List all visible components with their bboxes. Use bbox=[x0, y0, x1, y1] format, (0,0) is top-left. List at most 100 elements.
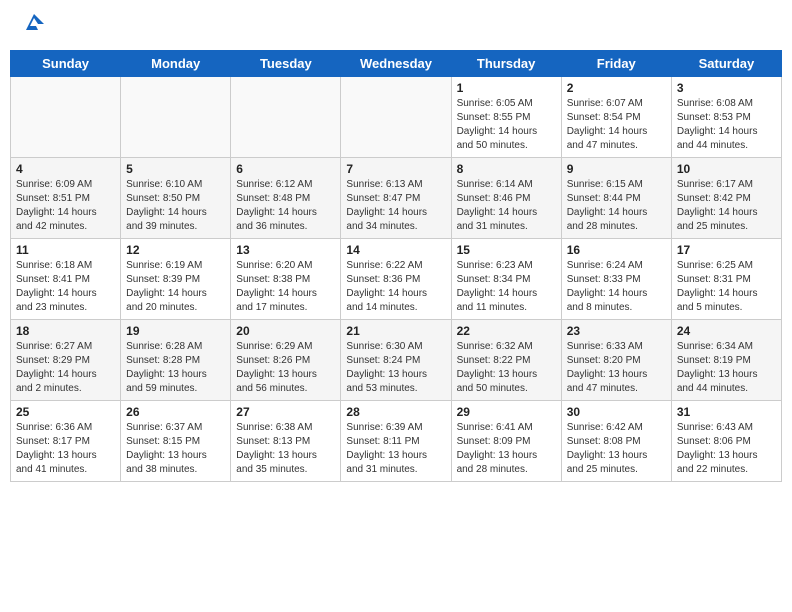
day-info: Sunrise: 6:43 AMSunset: 8:06 PMDaylight:… bbox=[677, 421, 776, 477]
day-info: Sunrise: 6:24 AMSunset: 8:33 PMDaylight:… bbox=[567, 259, 666, 315]
day-cell: 19 Sunrise: 6:28 AMSunset: 8:28 PMDayligh… bbox=[121, 320, 231, 401]
day-number: 13 bbox=[236, 243, 335, 257]
day-cell: 24Sunrise: 6:34 AMSunset: 8:19 PMDayligh… bbox=[671, 320, 781, 401]
day-number: 10 bbox=[677, 162, 776, 176]
day-cell: 25 Sunrise: 6:36 AMSunset: 8:17 PMDayligh… bbox=[11, 401, 121, 482]
day-info: Sunrise: 6:20 AMSunset: 8:38 PMDaylight:… bbox=[236, 259, 335, 315]
day-cell: 7 Sunrise: 6:13 AMSunset: 8:47 PMDaylight… bbox=[341, 158, 451, 239]
day-cell: 23 Sunrise: 6:33 AMSunset: 8:20 PMDayligh… bbox=[561, 320, 671, 401]
day-cell: 27 Sunrise: 6:38 AMSunset: 8:13 PMDayligh… bbox=[231, 401, 341, 482]
day-number: 18 bbox=[16, 324, 115, 338]
day-info: Sunrise: 6:29 AMSunset: 8:26 PMDaylight:… bbox=[236, 340, 335, 396]
day-number: 1 bbox=[457, 81, 556, 95]
day-info: Sunrise: 6:09 AMSunset: 8:51 PMDaylight:… bbox=[16, 178, 115, 234]
weekday-header-row: SundayMondayTuesdayWednesdayThursdayFrid… bbox=[11, 51, 782, 77]
day-cell: 15 Sunrise: 6:23 AMSunset: 8:34 PMDayligh… bbox=[451, 239, 561, 320]
day-info: Sunrise: 6:28 AMSunset: 8:28 PMDaylight:… bbox=[126, 340, 225, 396]
day-info: Sunrise: 6:27 AMSunset: 8:29 PMDaylight:… bbox=[16, 340, 115, 396]
day-info: Sunrise: 6:07 AMSunset: 8:54 PMDaylight:… bbox=[567, 97, 666, 153]
week-row-2: 4 Sunrise: 6:09 AMSunset: 8:51 PMDaylight… bbox=[11, 158, 782, 239]
day-number: 27 bbox=[236, 405, 335, 419]
weekday-header-thursday: Thursday bbox=[451, 51, 561, 77]
day-cell: 16Sunrise: 6:24 AMSunset: 8:33 PMDayligh… bbox=[561, 239, 671, 320]
day-number: 3 bbox=[677, 81, 776, 95]
day-cell: 18 Sunrise: 6:27 AMSunset: 8:29 PMDayligh… bbox=[11, 320, 121, 401]
weekday-header-tuesday: Tuesday bbox=[231, 51, 341, 77]
day-cell bbox=[341, 77, 451, 158]
day-number: 20 bbox=[236, 324, 335, 338]
day-number: 30 bbox=[567, 405, 666, 419]
day-number: 21 bbox=[346, 324, 445, 338]
day-cell: 5 Sunrise: 6:10 AMSunset: 8:50 PMDaylight… bbox=[121, 158, 231, 239]
day-cell: 17Sunrise: 6:25 AMSunset: 8:31 PMDayligh… bbox=[671, 239, 781, 320]
week-row-3: 11 Sunrise: 6:18 AMSunset: 8:41 PMDayligh… bbox=[11, 239, 782, 320]
day-info: Sunrise: 6:12 AMSunset: 8:48 PMDaylight:… bbox=[236, 178, 335, 234]
day-number: 22 bbox=[457, 324, 556, 338]
day-cell: 29 Sunrise: 6:41 AMSunset: 8:09 PMDayligh… bbox=[451, 401, 561, 482]
day-cell: 12Sunrise: 6:19 AMSunset: 8:39 PMDayligh… bbox=[121, 239, 231, 320]
day-cell: 10 Sunrise: 6:17 AMSunset: 8:42 PMDayligh… bbox=[671, 158, 781, 239]
day-info: Sunrise: 6:10 AMSunset: 8:50 PMDaylight:… bbox=[126, 178, 225, 234]
day-cell: 1Sunrise: 6:05 AMSunset: 8:55 PMDaylight… bbox=[451, 77, 561, 158]
weekday-header-sunday: Sunday bbox=[11, 51, 121, 77]
day-cell: 2 Sunrise: 6:07 AMSunset: 8:54 PMDaylight… bbox=[561, 77, 671, 158]
day-number: 14 bbox=[346, 243, 445, 257]
week-row-1: 1Sunrise: 6:05 AMSunset: 8:55 PMDaylight… bbox=[11, 77, 782, 158]
day-number: 9 bbox=[567, 162, 666, 176]
day-number: 23 bbox=[567, 324, 666, 338]
day-info: Sunrise: 6:38 AMSunset: 8:13 PMDaylight:… bbox=[236, 421, 335, 477]
day-cell: 28 Sunrise: 6:39 AMSunset: 8:11 PMDayligh… bbox=[341, 401, 451, 482]
day-info: Sunrise: 6:41 AMSunset: 8:09 PMDaylight:… bbox=[457, 421, 556, 477]
day-info: Sunrise: 6:08 AMSunset: 8:53 PMDaylight:… bbox=[677, 97, 776, 153]
day-number: 5 bbox=[126, 162, 225, 176]
day-cell bbox=[231, 77, 341, 158]
day-cell: 9 Sunrise: 6:15 AMSunset: 8:44 PMDaylight… bbox=[561, 158, 671, 239]
day-number: 19 bbox=[126, 324, 225, 338]
logo bbox=[16, 14, 48, 38]
day-cell: 4 Sunrise: 6:09 AMSunset: 8:51 PMDaylight… bbox=[11, 158, 121, 239]
day-info: Sunrise: 6:37 AMSunset: 8:15 PMDaylight:… bbox=[126, 421, 225, 477]
day-info: Sunrise: 6:39 AMSunset: 8:11 PMDaylight:… bbox=[346, 421, 445, 477]
day-number: 25 bbox=[16, 405, 115, 419]
day-number: 2 bbox=[567, 81, 666, 95]
day-info: Sunrise: 6:36 AMSunset: 8:17 PMDaylight:… bbox=[16, 421, 115, 477]
week-row-5: 25 Sunrise: 6:36 AMSunset: 8:17 PMDayligh… bbox=[11, 401, 782, 482]
day-number: 15 bbox=[457, 243, 556, 257]
logo-icon bbox=[20, 10, 48, 38]
day-cell: 26 Sunrise: 6:37 AMSunset: 8:15 PMDayligh… bbox=[121, 401, 231, 482]
day-cell bbox=[11, 77, 121, 158]
day-number: 31 bbox=[677, 405, 776, 419]
page: SundayMondayTuesdayWednesdayThursdayFrid… bbox=[0, 0, 792, 492]
day-number: 29 bbox=[457, 405, 556, 419]
day-info: Sunrise: 6:19 AMSunset: 8:39 PMDaylight:… bbox=[126, 259, 225, 315]
day-info: Sunrise: 6:30 AMSunset: 8:24 PMDaylight:… bbox=[346, 340, 445, 396]
day-cell: 11 Sunrise: 6:18 AMSunset: 8:41 PMDayligh… bbox=[11, 239, 121, 320]
day-info: Sunrise: 6:14 AMSunset: 8:46 PMDaylight:… bbox=[457, 178, 556, 234]
day-cell: 30Sunrise: 6:42 AMSunset: 8:08 PMDayligh… bbox=[561, 401, 671, 482]
day-info: Sunrise: 6:15 AMSunset: 8:44 PMDaylight:… bbox=[567, 178, 666, 234]
day-cell: 6 Sunrise: 6:12 AMSunset: 8:48 PMDaylight… bbox=[231, 158, 341, 239]
day-info: Sunrise: 6:34 AMSunset: 8:19 PMDaylight:… bbox=[677, 340, 776, 396]
day-info: Sunrise: 6:22 AMSunset: 8:36 PMDaylight:… bbox=[346, 259, 445, 315]
day-cell: 3 Sunrise: 6:08 AMSunset: 8:53 PMDaylight… bbox=[671, 77, 781, 158]
day-number: 6 bbox=[236, 162, 335, 176]
day-info: Sunrise: 6:23 AMSunset: 8:34 PMDaylight:… bbox=[457, 259, 556, 315]
day-cell: 21 Sunrise: 6:30 AMSunset: 8:24 PMDayligh… bbox=[341, 320, 451, 401]
day-cell: 31 Sunrise: 6:43 AMSunset: 8:06 PMDayligh… bbox=[671, 401, 781, 482]
weekday-header-wednesday: Wednesday bbox=[341, 51, 451, 77]
day-cell: 22Sunrise: 6:32 AMSunset: 8:22 PMDayligh… bbox=[451, 320, 561, 401]
day-number: 11 bbox=[16, 243, 115, 257]
day-info: Sunrise: 6:13 AMSunset: 8:47 PMDaylight:… bbox=[346, 178, 445, 234]
day-cell: 13 Sunrise: 6:20 AMSunset: 8:38 PMDayligh… bbox=[231, 239, 341, 320]
day-cell: 8 Sunrise: 6:14 AMSunset: 8:46 PMDaylight… bbox=[451, 158, 561, 239]
header bbox=[10, 10, 782, 42]
day-info: Sunrise: 6:18 AMSunset: 8:41 PMDaylight:… bbox=[16, 259, 115, 315]
day-info: Sunrise: 6:33 AMSunset: 8:20 PMDaylight:… bbox=[567, 340, 666, 396]
day-number: 8 bbox=[457, 162, 556, 176]
day-number: 28 bbox=[346, 405, 445, 419]
day-number: 7 bbox=[346, 162, 445, 176]
day-number: 4 bbox=[16, 162, 115, 176]
day-number: 26 bbox=[126, 405, 225, 419]
calendar: SundayMondayTuesdayWednesdayThursdayFrid… bbox=[10, 50, 782, 482]
day-info: Sunrise: 6:17 AMSunset: 8:42 PMDaylight:… bbox=[677, 178, 776, 234]
